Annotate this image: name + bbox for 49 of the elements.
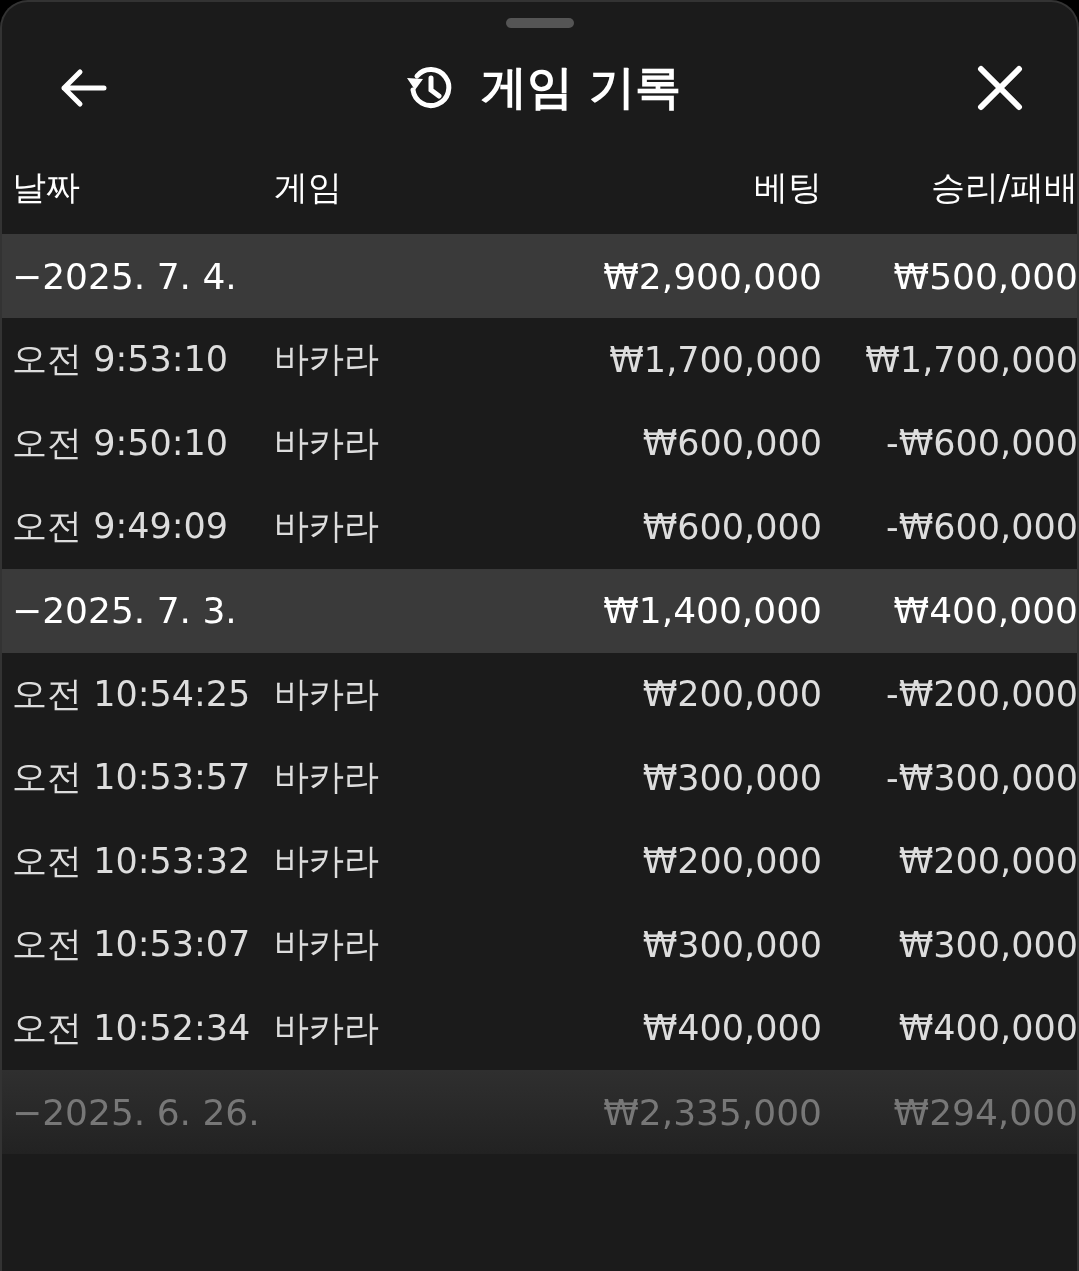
time-cell-text: 오전 10:53:07 [12,923,252,967]
result-cell-text: ₩1,700,000 [864,339,1077,380]
time-cell-text: 오전 9:50:10 [12,421,230,465]
result-cell-text: -₩200,000 [885,674,1077,715]
time-cell-text: 오전 10:54:25 [12,672,252,716]
bet-cell-text: ₩400,000 [641,1008,822,1049]
bet-cell-text: ₩300,000 [641,924,822,965]
group-bet-total: ₩1,400,000 [602,590,822,631]
column-header: 게임 [274,166,343,209]
date-group-row[interactable]: −2025. 7. 3. ₩1,400,000 ₩400,000 [2,568,1077,653]
column-header: 베팅 [753,166,822,209]
game-cell-text: 바카라 [274,672,380,716]
result-cell-text: ₩400,000 [897,1008,1077,1049]
game-cell-text: 바카라 [274,421,380,465]
bet-cell-text: ₩200,000 [641,841,822,882]
date-group-row[interactable]: −2025. 7. 4. ₩2,900,000 ₩500,000 [2,234,1077,318]
time-cell-text: 오전 9:49:09 [12,505,230,549]
group-bet-total: ₩2,335,000 [602,1091,822,1133]
result-cell-text: -₩300,000 [885,757,1077,798]
game-cell-text: 바카라 [274,839,380,883]
group-date: −2025. 7. 4. [12,255,238,297]
group-result-total: ₩294,000 [892,1091,1077,1133]
game-cell-text: 바카라 [274,756,380,800]
bet-cell-text: ₩600,000 [641,423,822,464]
bet-cell-text: ₩1,700,000 [608,339,822,380]
game-cell-text: 바카라 [274,1006,380,1050]
time-cell-text: 오전 10:52:34 [12,1006,252,1050]
window-title: 게임 기록 [481,59,682,116]
time-cell-text: 오전 10:53:57 [12,756,252,800]
column-header: 날짜 [12,166,81,209]
group-date: −2025. 6. 26. [12,1091,261,1133]
time-cell-text: 오전 10:53:32 [12,839,252,883]
game-cell-text: 바카라 [274,505,380,549]
group-bet-total: ₩2,900,000 [602,255,822,297]
group-result-total: ₩500,000 [892,255,1077,297]
result-cell-text: ₩300,000 [897,924,1077,965]
game-cell-text: 바카라 [274,338,380,382]
result-cell-text: ₩200,000 [897,841,1077,882]
bet-cell-text: ₩300,000 [641,757,822,798]
time-cell-text: 오전 9:53:10 [12,338,230,382]
column-header: 승리/패배 [929,166,1077,209]
game-cell-text: 바카라 [274,923,380,967]
group-date: −2025. 7. 3. [12,590,238,631]
bet-cell-text: ₩600,000 [641,506,822,547]
bet-cell-text: ₩200,000 [641,674,822,715]
result-cell-text: -₩600,000 [885,506,1077,547]
drag-handle[interactable] [505,18,574,28]
result-cell-text: -₩600,000 [885,423,1077,464]
group-result-total: ₩400,000 [892,590,1077,631]
